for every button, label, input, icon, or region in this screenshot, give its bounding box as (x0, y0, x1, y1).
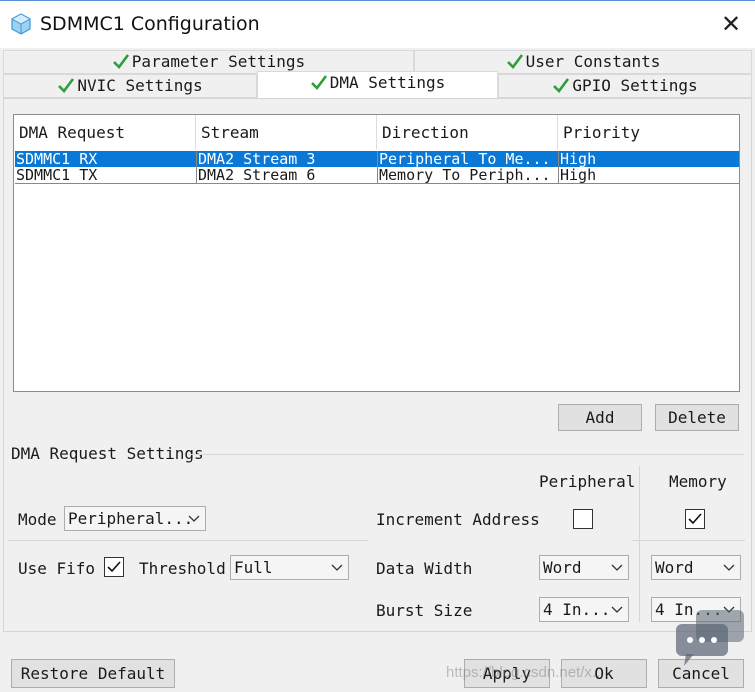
column-header-stream[interactable]: Stream (196, 115, 377, 149)
increment-peripheral-checkbox[interactable] (573, 509, 593, 529)
data-width-memory-value: Word (655, 558, 694, 577)
data-width-memory-select[interactable]: Word (651, 555, 741, 580)
cube-icon (10, 13, 32, 35)
tab-label: DMA Settings (329, 73, 446, 92)
threshold-select[interactable]: Full (230, 555, 349, 580)
check-icon (553, 78, 570, 93)
threshold-value: Full (234, 558, 273, 577)
checkmark-icon (688, 513, 702, 525)
add-button[interactable]: Add (558, 404, 642, 431)
increment-address-label: Increment Address (376, 510, 540, 529)
cell-stream: DMA2 Stream 3 (197, 151, 378, 167)
column-divider (639, 466, 640, 622)
mode-select[interactable]: Peripheral... (64, 506, 206, 531)
cell-priority: High (560, 167, 597, 183)
data-width-label: Data Width (376, 559, 473, 578)
threshold-label: Threshold (139, 559, 226, 578)
chevron-down-icon (611, 564, 623, 571)
peripheral-column-label: Peripheral (539, 472, 636, 491)
restore-default-button[interactable]: Restore Default (11, 659, 175, 688)
tab-nvic-settings[interactable]: NVIC Settings (3, 74, 257, 98)
title-bar: SDMMC1 Configuration ✕ (0, 0, 755, 48)
close-icon[interactable]: ✕ (718, 11, 744, 37)
chat-bubble-icon (676, 610, 744, 666)
table-row[interactable]: SDMMC1_TX DMA2 Stream 6 Memory To Periph… (15, 167, 739, 184)
tab-dma-settings[interactable]: DMA Settings (257, 71, 498, 99)
section-divider (188, 454, 744, 455)
column-header-priority[interactable]: Priority (558, 115, 739, 149)
chevron-down-icon (188, 515, 200, 522)
column-header-direction[interactable]: Direction (377, 115, 558, 149)
memory-column-label: Memory (669, 472, 727, 491)
cell-direction: Peripheral To Me... (378, 151, 559, 167)
row-divider (8, 540, 368, 541)
table-row[interactable]: SDMMC1_RX DMA2 Stream 3 Peripheral To Me… (15, 151, 739, 167)
tab-label: NVIC Settings (77, 76, 203, 95)
section-title: DMA Request Settings (11, 444, 204, 463)
cell-priority: High (560, 151, 597, 167)
cell-request: SDMMC1_RX (15, 151, 197, 167)
column-header-dma-request[interactable]: DMA Request (14, 115, 196, 149)
chevron-down-icon (723, 564, 735, 571)
tab-label: User Constants (525, 52, 661, 71)
check-icon (112, 54, 129, 69)
cell-stream: DMA2 Stream 6 (197, 167, 378, 183)
row-divider (632, 540, 745, 541)
check-icon (58, 78, 75, 93)
increment-memory-checkbox[interactable] (685, 509, 705, 529)
tab-label: Parameter Settings (131, 52, 306, 71)
burst-size-label: Burst Size (376, 601, 473, 620)
mode-label: Mode (18, 510, 57, 529)
checkmark-icon (107, 561, 121, 573)
mode-value: Peripheral... (68, 509, 194, 528)
cell-direction: Memory To Periph... (378, 167, 559, 183)
data-width-peripheral-select[interactable]: Word (539, 555, 629, 580)
check-icon (506, 54, 523, 69)
tab-label: GPIO Settings (572, 76, 698, 95)
use-fifo-checkbox[interactable] (104, 557, 124, 577)
burst-size-peripheral-value: 4 In... (543, 600, 611, 619)
chevron-down-icon (331, 564, 343, 571)
window-title: SDMMC1 Configuration (40, 13, 260, 35)
use-fifo-label: Use Fifo (18, 559, 96, 578)
delete-button[interactable]: Delete (655, 404, 739, 431)
chevron-down-icon (611, 606, 623, 613)
watermark-text: https://blog.csdn.net/x... (446, 664, 605, 681)
data-width-peripheral-value: Word (543, 558, 582, 577)
cell-request: SDMMC1_TX (15, 167, 197, 183)
check-icon (310, 75, 327, 90)
tab-gpio-settings[interactable]: GPIO Settings (498, 74, 752, 98)
burst-size-peripheral-select[interactable]: 4 In... (539, 597, 629, 622)
dma-request-table: DMA Request Stream Direction Priority SD… (13, 114, 740, 392)
